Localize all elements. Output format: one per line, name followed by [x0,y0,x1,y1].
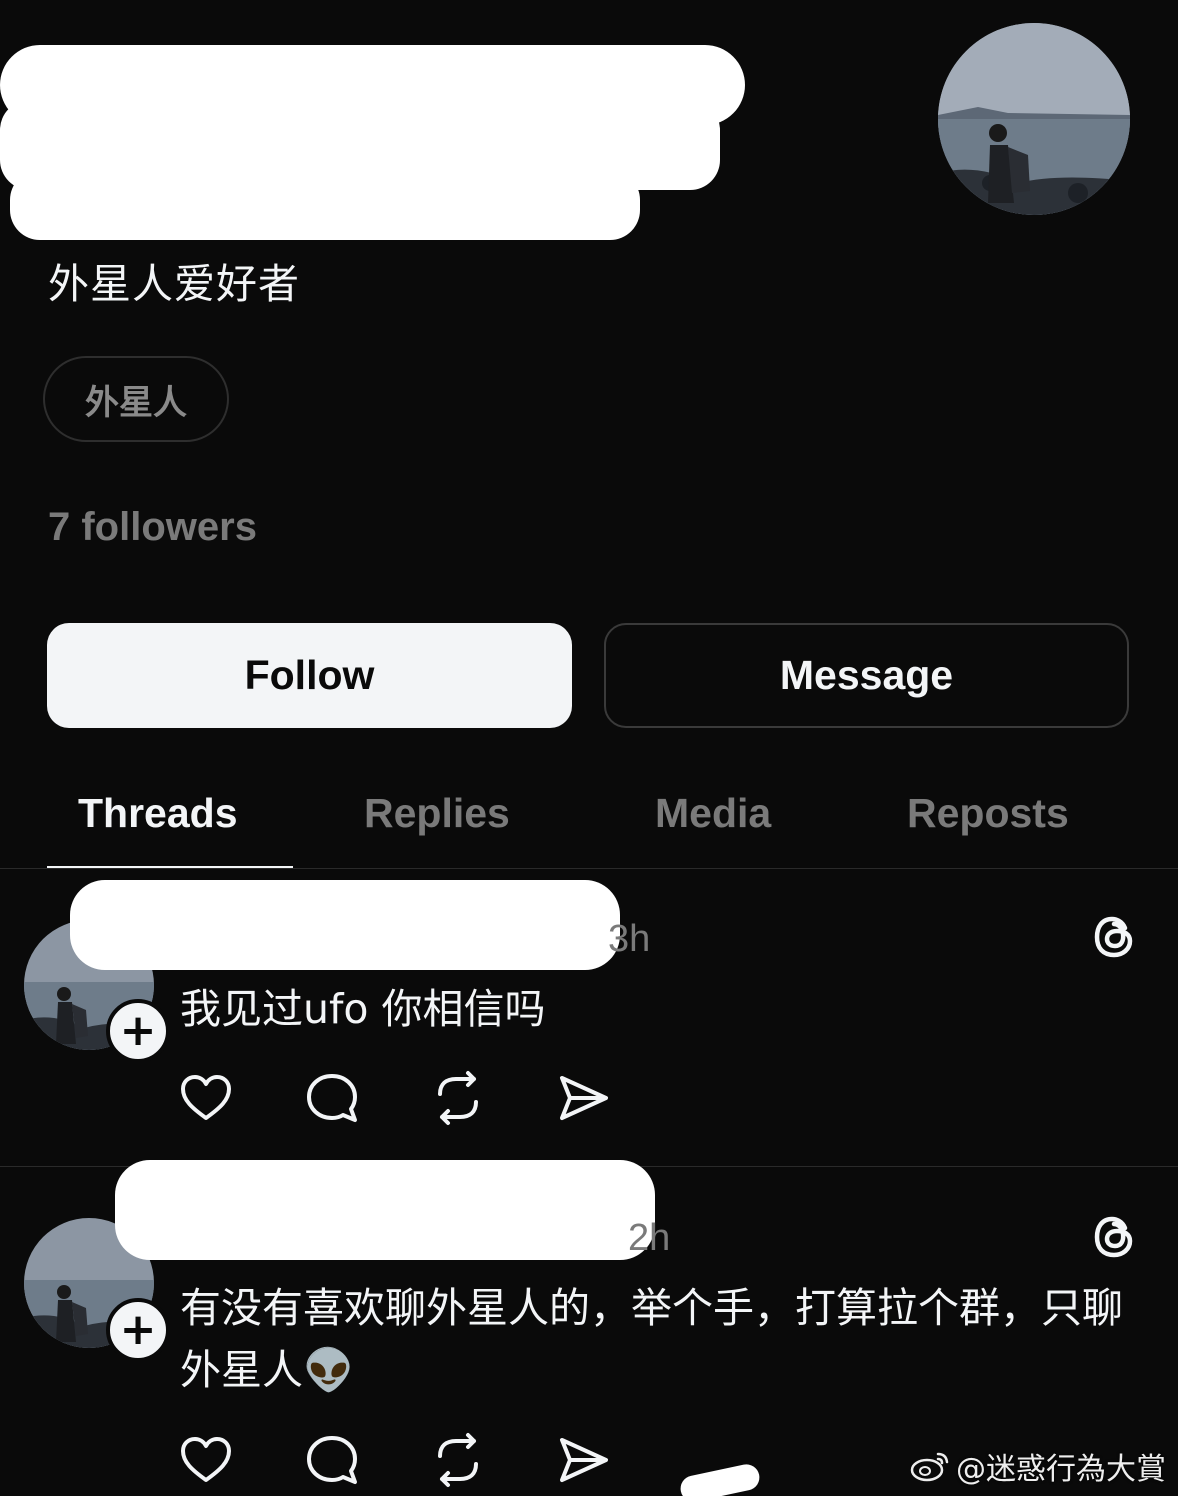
tab-threads[interactable]: Threads [78,790,238,837]
redacted-scribble [678,1461,762,1496]
redacted-handle [10,170,640,240]
repost-icon[interactable] [430,1070,486,1126]
tab-media[interactable]: Media [655,790,771,837]
followers-count[interactable]: 7 followers [48,505,257,550]
redacted-post-author [115,1160,655,1260]
comment-icon[interactable] [304,1070,360,1126]
share-icon[interactable] [556,1432,612,1488]
weibo-watermark: @迷惑行為大賞 [910,1444,1166,1488]
threads-logo-icon[interactable] [1090,912,1140,962]
tabs-divider [0,868,1178,869]
avatar-photo [938,23,1130,215]
profile-avatar[interactable] [938,23,1130,215]
repost-icon[interactable] [430,1432,486,1488]
redacted-post-author [70,880,620,970]
follow-author-plus-icon[interactable]: + [106,1298,170,1362]
post-text: 有没有喜欢聊外星人的，举个手，打算拉个群，只聊外星人👽 [180,1284,1123,1394]
heart-icon[interactable] [178,1070,234,1126]
tab-reposts[interactable]: Reposts [907,790,1069,837]
follow-author-plus-icon[interactable]: + [106,999,170,1063]
weibo-logo-icon [910,1452,949,1482]
share-icon[interactable] [556,1070,612,1126]
post-timestamp: 2h [628,1217,671,1259]
post-text: 我见过ufo 你相信吗 [180,985,546,1033]
threads-logo-icon[interactable] [1090,1212,1140,1262]
watermark-text: @迷惑行為大賞 [956,1452,1166,1487]
profile-tabs: Threads Replies Media Reposts [0,770,1178,870]
profile-bio: 外星人爱好者 [48,260,300,308]
heart-icon[interactable] [178,1432,234,1488]
profile-page: 外星人爱好者 外星人 7 followers Follow Message Th… [0,0,1178,1496]
follow-button[interactable]: Follow [47,623,572,728]
message-button[interactable]: Message [604,623,1129,728]
interest-tag-chip[interactable]: 外星人 [43,356,229,442]
tab-replies[interactable]: Replies [364,790,510,837]
comment-icon[interactable] [304,1432,360,1488]
post-timestamp: 3h [608,918,651,960]
